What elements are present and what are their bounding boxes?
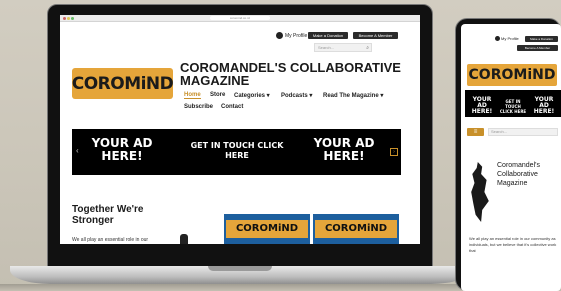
tagline: Together We're Stronger bbox=[72, 204, 144, 226]
site-logo[interactable]: COROMiND bbox=[71, 68, 174, 99]
logo-text: COROMiND bbox=[71, 73, 174, 94]
hamburger-icon[interactable]: ≡ bbox=[467, 128, 484, 136]
chevron-left-icon[interactable]: ‹ bbox=[76, 146, 79, 155]
phone-member-button[interactable]: Become A Member bbox=[517, 45, 558, 51]
browser-bar: coromind.co.nz bbox=[60, 15, 420, 22]
map-silhouette bbox=[471, 162, 489, 222]
profile-label: My Profile bbox=[285, 32, 308, 39]
nav-item-podcasts[interactable]: Podcasts ▾ bbox=[281, 92, 312, 99]
url-bar[interactable]: coromind.co.nz bbox=[210, 16, 270, 20]
phone-screen: My Profile Make a Donation Become A Memb… bbox=[461, 24, 561, 291]
thumbnail-logo: COROMiND bbox=[315, 220, 397, 238]
become-member-button[interactable]: Become A Member bbox=[353, 32, 398, 39]
nav-item-contact[interactable]: Contact bbox=[221, 104, 243, 110]
phone-banner-right: YOUR AD HERE! bbox=[533, 96, 555, 115]
nav-item-read-magazine[interactable]: Read The Magazine ▾ bbox=[323, 92, 383, 99]
phone-ad-banner[interactable]: YOUR AD HERE! GET IN TOUCH CLICK HERE YO… bbox=[465, 90, 561, 117]
search-input[interactable]: Search... ⌕ bbox=[314, 43, 372, 52]
laptop-screen: coromind.co.nz My Profile Make a Donatio… bbox=[60, 15, 420, 244]
nav-item-categories[interactable]: Categories ▾ bbox=[234, 92, 270, 99]
body-snippet: We all play an essential role in our bbox=[72, 237, 149, 243]
window-close-dot[interactable] bbox=[63, 17, 66, 20]
phone-donate-button[interactable]: Make a Donation bbox=[525, 36, 558, 42]
phone-site-title: Coromandel's Collaborative Magazine bbox=[497, 162, 540, 187]
magazine-thumbnail-2[interactable]: COROMiND bbox=[313, 214, 399, 244]
ad-banner[interactable]: ‹ YOUR AD HERE! GET IN TOUCH CLICK HERE … bbox=[72, 129, 401, 175]
thumbnail-logo: COROMiND bbox=[226, 220, 308, 238]
window-minimize-dot[interactable] bbox=[67, 17, 70, 20]
phone-site-logo[interactable]: COROMiND bbox=[467, 64, 557, 86]
window-zoom-dot[interactable] bbox=[71, 17, 74, 20]
laptop-notch bbox=[208, 266, 272, 271]
magazine-thumbnail-1[interactable]: COROMiND bbox=[224, 214, 310, 244]
nav-item-subscribe[interactable]: Subscribe bbox=[184, 104, 213, 110]
search-placeholder: Search... bbox=[318, 45, 335, 50]
phone-profile-link[interactable]: My Profile bbox=[495, 36, 519, 41]
phone-body-text: We all play an essential role in our com… bbox=[469, 236, 557, 253]
banner-ad-right: YOUR AD HERE! bbox=[313, 136, 375, 163]
search-icon[interactable]: ⌕ bbox=[366, 45, 369, 52]
phone-profile-label: My Profile bbox=[501, 36, 519, 41]
user-icon bbox=[495, 36, 500, 41]
profile-link[interactable]: My Profile bbox=[276, 32, 307, 39]
donate-button[interactable]: Make a Donation bbox=[308, 32, 348, 39]
nav-item-home[interactable]: Home bbox=[184, 92, 201, 99]
phone-search-input[interactable]: Search... bbox=[488, 128, 558, 136]
site-title: COROMANDEL'S COLLABORATIVE MAGAZINE bbox=[180, 60, 401, 88]
user-icon bbox=[276, 32, 283, 39]
phone-banner-left: YOUR AD HERE! bbox=[471, 96, 493, 115]
map-silhouette bbox=[180, 234, 188, 244]
chevron-right-icon[interactable]: › bbox=[390, 148, 398, 156]
banner-ad-left: YOUR AD HERE! bbox=[91, 136, 153, 163]
banner-cta[interactable]: GET IN TOUCH CLICK HERE bbox=[184, 141, 290, 161]
phone-banner-cta[interactable]: GET IN TOUCH CLICK HERE bbox=[498, 99, 528, 114]
nav-item-store[interactable]: Store bbox=[210, 92, 225, 98]
